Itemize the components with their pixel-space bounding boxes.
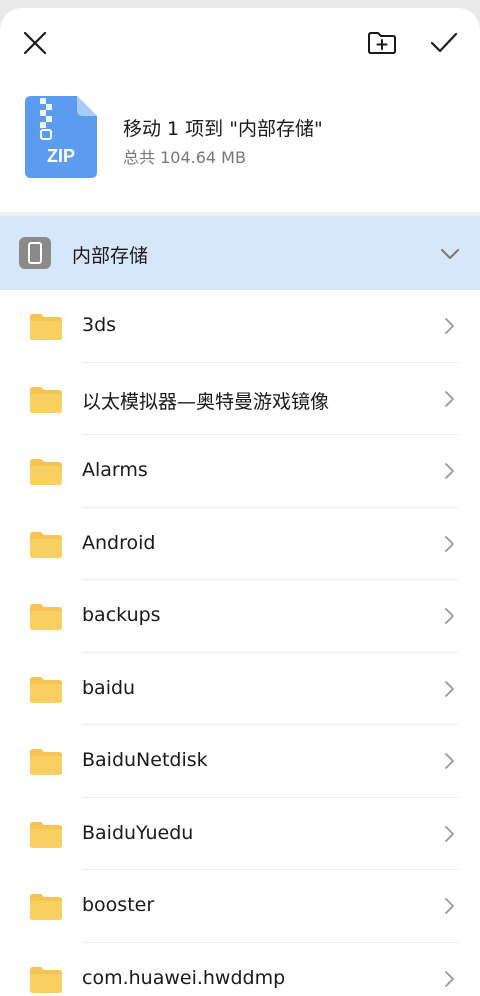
folder-icon xyxy=(30,604,62,630)
folder-row[interactable]: 以太模拟器—奥特曼游戏镜像 xyxy=(0,363,480,435)
folder-name: booster xyxy=(82,894,155,916)
folder-icon xyxy=(30,966,62,993)
chevron-right-icon xyxy=(445,535,454,552)
folder-name: baidu xyxy=(82,676,136,699)
folder-icon xyxy=(30,459,62,485)
folder-row[interactable]: com.huawei.hwddmp xyxy=(0,943,480,996)
folder-icon xyxy=(30,531,62,558)
folder-row[interactable]: baidu xyxy=(0,653,480,725)
move-sheet: ZIP 移动 1 项到 "内部存储" 总共 104.64 MB 内部存储 3ds… xyxy=(0,8,480,996)
folder-row[interactable]: BaiduNetdisk xyxy=(0,725,480,798)
chevron-right-icon xyxy=(445,898,454,914)
zip-label: ZIP xyxy=(47,146,75,166)
folder-row[interactable]: 3ds xyxy=(0,290,480,363)
folder-row[interactable]: backups xyxy=(0,580,480,653)
top-bar xyxy=(0,8,480,80)
location-selector[interactable]: 内部存储 xyxy=(0,216,480,290)
folder-icon xyxy=(30,821,62,848)
chevron-right-icon xyxy=(445,825,454,842)
folder-list: 3ds 以太模拟器—奥特曼游戏镜像 Alarms Android backups baid… xyxy=(0,290,480,996)
folder-name: Alarms xyxy=(82,459,148,481)
folder-row[interactable]: BaiduYuedu xyxy=(0,798,480,870)
check-icon xyxy=(430,32,458,53)
location-label: 内部存储 xyxy=(72,245,149,267)
new-folder-button[interactable] xyxy=(362,23,402,63)
folder-icon xyxy=(30,749,62,775)
folder-row[interactable]: Android xyxy=(0,508,480,580)
folder-icon xyxy=(30,676,62,703)
chevron-right-icon xyxy=(445,463,454,479)
folder-name: Android xyxy=(82,531,156,554)
folder-icon xyxy=(30,894,62,920)
folder-name: BaiduNetdisk xyxy=(82,749,208,771)
folder-name: BaiduYuedu xyxy=(82,821,194,844)
move-title: 移动 1 项到 "内部存储" xyxy=(123,118,323,140)
folder-name: 3ds xyxy=(82,314,117,336)
chevron-right-icon xyxy=(445,608,454,624)
chevron-down-icon xyxy=(441,249,459,259)
confirm-button[interactable] xyxy=(424,23,464,63)
new-folder-icon xyxy=(368,32,396,54)
phone-icon xyxy=(19,237,51,269)
folder-name: backups xyxy=(82,604,161,626)
chevron-right-icon xyxy=(445,318,454,334)
chevron-right-icon xyxy=(445,390,454,407)
folder-row[interactable]: booster xyxy=(0,870,480,943)
close-icon xyxy=(23,31,47,55)
zip-file-icon: ZIP xyxy=(25,96,97,178)
close-button[interactable] xyxy=(15,23,55,63)
chevron-right-icon xyxy=(445,753,454,769)
folder-row[interactable]: Alarms xyxy=(0,435,480,508)
folder-name: 以太模拟器—奥特曼游戏镜像 xyxy=(82,390,330,413)
folder-name: com.huawei.hwddmp xyxy=(82,966,286,989)
folder-icon xyxy=(30,386,62,413)
move-info: ZIP 移动 1 项到 "内部存储" 总共 104.64 MB xyxy=(0,80,480,212)
chevron-right-icon xyxy=(445,970,454,987)
folder-icon xyxy=(30,314,62,340)
total-size: 总共 104.64 MB xyxy=(123,148,246,167)
chevron-right-icon xyxy=(445,680,454,697)
